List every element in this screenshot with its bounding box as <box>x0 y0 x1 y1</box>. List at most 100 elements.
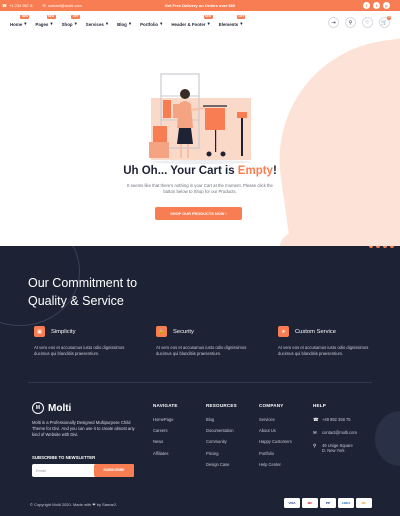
molti-logo-icon: M <box>32 402 44 414</box>
nav-badge: NEW <box>46 15 56 19</box>
decorative-circle <box>375 411 400 466</box>
feature-text: At vero eos et accusamus iusto odio dign… <box>278 345 369 356</box>
help-email[interactable]: ✉ contact@molti.com <box>313 430 357 435</box>
footer-link[interactable]: Services <box>259 417 292 422</box>
nav-item-home[interactable]: Home ▾ NEW <box>10 15 30 27</box>
nav-item-pages[interactable]: Pages ▾ NEW <box>35 15 56 27</box>
shop-products-button[interactable]: SHOP OUR PRODUCTS NOW › <box>155 207 242 220</box>
title-end: ! <box>272 165 277 177</box>
feature-title: Security <box>173 328 194 335</box>
nav-item-portfolio[interactable]: Portfolio ▾ <box>140 21 162 27</box>
column-title: RESOURCES <box>206 403 237 408</box>
empty-cart-description: It seems like that there's nothing in yo… <box>0 183 400 195</box>
brand-name: Molti <box>48 402 72 414</box>
help-address-text: 49 Unige Square D. New York <box>322 443 353 453</box>
footer: Our Commitment to Quality & Service ▣ Simp… <box>0 246 400 516</box>
nav-label: Pages <box>35 21 49 27</box>
nav-item-shop[interactable]: Shop ▾ HOT <box>61 15 80 27</box>
footer-link[interactable]: HomePage <box>153 417 178 422</box>
chevron-down-icon: ▾ <box>128 21 132 26</box>
footer-brand[interactable]: M Molti <box>32 402 71 414</box>
help-phone[interactable]: ☎ +49 892 358 75 <box>313 417 357 422</box>
box-icon: ▣ <box>34 326 45 337</box>
title-accent: Empty <box>237 165 273 177</box>
location-pin-icon: ⚲ <box>313 443 317 448</box>
nav-badge: NEW <box>203 15 213 19</box>
payment-methods: VISA MC PP AMEX MC <box>284 498 372 508</box>
copyright-text: © Copyright Molti 2020. Made with ❤ by S… <box>30 502 118 507</box>
phone-icon: ☎ <box>313 417 319 422</box>
amex-icon: AMEX <box>338 498 354 508</box>
chevron-right-icon: › <box>225 211 227 216</box>
title-text: Uh Oh... Your Cart is <box>123 165 238 177</box>
nav-label: Blog <box>117 21 127 27</box>
nav-label: Portfolio <box>140 21 159 27</box>
footer-link[interactable]: Happy Customers <box>259 439 292 444</box>
nav-badge: HOT <box>71 15 80 19</box>
chevron-down-icon: ▾ <box>105 21 109 26</box>
email-input[interactable]: Email <box>36 468 46 473</box>
heart-icon[interactable]: ♡ <box>362 17 373 28</box>
help-address: ⚲ 49 Unige Square D. New York <box>313 443 357 453</box>
star-icon: ★ <box>278 326 289 337</box>
commitment-heading: Our Commitment to Quality & Service <box>28 274 137 310</box>
pinterest-icon[interactable]: p <box>383 2 390 9</box>
chevron-down-icon: ▾ <box>74 21 77 26</box>
nav-label: Shop <box>61 21 73 27</box>
facebook-icon[interactable]: f <box>363 2 370 9</box>
feature-simplicity: ▣ Simplicity At vero eos et accusamus ius… <box>34 326 156 357</box>
empty-cart-section: Uh Oh... Your Cart is Empty! It seems li… <box>0 36 400 246</box>
nav-label: Header & Footer <box>171 21 206 27</box>
nav-item-services[interactable]: Services ▾ <box>86 21 108 27</box>
feature-custom-service: ★ Custom Service At vero eos et accusamus… <box>278 326 400 357</box>
top-bar: ☎ +1 234 567 8 ✉ contact@molti.com Get Fre… <box>0 0 400 11</box>
column-title: HELP <box>313 403 327 408</box>
footer-link[interactable]: About Us <box>259 428 292 433</box>
lock-icon: 🔒 <box>156 326 167 337</box>
footer-link[interactable]: Affiliates <box>153 451 178 456</box>
cart-icon[interactable]: 🛒 0 <box>379 16 391 28</box>
chevron-down-icon: ▾ <box>240 21 243 26</box>
shop-button-label: SHOP OUR PRODUCTS NOW <box>170 211 225 216</box>
search-icon[interactable]: ⚲ <box>345 17 356 28</box>
mail-icon: ✉ <box>313 430 317 435</box>
empty-cart-illustration <box>149 73 251 164</box>
footer-link[interactable]: Careers <box>153 428 178 433</box>
main-nav: Home ▾ NEW Pages ▾ NEW Shop ▾ HOT Services ▾ Bl… <box>0 11 400 36</box>
nav-item-blog[interactable]: Blog ▾ <box>117 21 131 27</box>
chevron-down-icon: ▾ <box>160 21 163 26</box>
footer-column-help: HELP ☎ +49 892 358 75 ✉ contact@molti.com … <box>313 403 357 461</box>
empty-cart-title: Uh Oh... Your Cart is Empty! <box>0 165 400 177</box>
footer-column-resources: RESOURCES Blog Documentation Community P… <box>206 403 237 473</box>
subscribe-title: SUBSCRIBE TO NEWSLETTER <box>32 455 96 460</box>
cart-count-badge: 0 <box>387 16 391 20</box>
subscribe-button[interactable]: SUBSCRIBE <box>94 464 134 477</box>
footer-link[interactable]: Portfolio <box>259 451 292 456</box>
footer-link[interactable]: Documentation <box>206 428 237 433</box>
subscribe-form: Email SUBSCRIBE <box>32 464 134 477</box>
help-phone-text: +49 892 358 75 <box>322 417 351 422</box>
nav-item-elements[interactable]: Elements ▾ HOT <box>219 15 246 27</box>
chevron-down-icon: ▾ <box>50 21 53 26</box>
features-row: ▣ Simplicity At vero eos et accusamus ius… <box>34 326 400 357</box>
footer-divider <box>28 382 372 383</box>
nav-item-header-footer[interactable]: Header & Footer ▾ NEW <box>171 15 213 27</box>
column-title: NAVIGATE <box>153 403 178 408</box>
footer-link[interactable]: News <box>153 439 178 444</box>
paypal-icon: PP <box>320 498 336 508</box>
footer-link[interactable]: Design Case <box>206 462 237 467</box>
twitter-icon[interactable]: t <box>373 2 380 9</box>
nav-badge: HOT <box>236 15 246 19</box>
footer-column-company: COMPANY Services About Us Happy Customer… <box>259 403 292 473</box>
chevron-down-icon: ▾ <box>207 21 210 26</box>
footer-link[interactable]: Blog <box>206 417 237 422</box>
help-email-text: contact@molti.com <box>322 430 357 435</box>
commitment-line: Our Commitment to <box>28 276 138 290</box>
feature-title: Simplicity <box>51 328 76 335</box>
footer-about-text: Molti is a Professionally Designed Multi… <box>32 420 135 437</box>
decorative-blob <box>264 36 400 246</box>
footer-link[interactable]: Help Center <box>259 462 292 467</box>
login-icon[interactable]: ⇥ <box>328 17 339 28</box>
footer-link[interactable]: Pricing <box>206 451 237 456</box>
footer-link[interactable]: Community <box>206 439 237 444</box>
